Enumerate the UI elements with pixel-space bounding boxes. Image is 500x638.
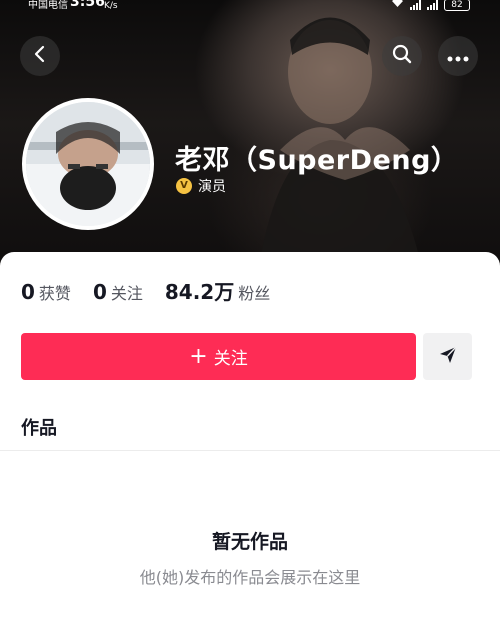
likes-label: 获赞 xyxy=(38,284,71,303)
verified-badge-icon: V xyxy=(176,178,192,194)
battery-icon: 82 xyxy=(444,0,470,11)
carrier-name: 中国电信 xyxy=(28,0,68,11)
likes-count: 0 xyxy=(21,280,35,304)
plus-icon: + xyxy=(189,343,208,369)
tab-works[interactable]: 作品 xyxy=(21,414,57,440)
stat-likes[interactable]: 0 获赞 xyxy=(21,280,71,304)
signal-icon xyxy=(410,0,421,10)
share-button[interactable] xyxy=(423,333,472,380)
follow-button-label: 关注 xyxy=(213,349,248,369)
more-horizontal-icon xyxy=(447,47,469,66)
verification-label: 演员 xyxy=(198,179,226,195)
stat-following[interactable]: 0 关注 xyxy=(93,280,143,304)
search-icon xyxy=(392,44,412,68)
status-bar: 中国电信 3:56 K/s 82 xyxy=(0,0,500,14)
signal-icon-2 xyxy=(427,0,438,10)
empty-state-title: 暂无作品 xyxy=(211,531,288,553)
following-count: 0 xyxy=(92,280,107,304)
avatar-image xyxy=(26,102,150,226)
chevron-left-icon xyxy=(31,45,49,67)
back-button[interactable] xyxy=(20,36,60,76)
following-label: 关注 xyxy=(110,284,143,303)
status-time: 3:56 xyxy=(70,0,105,10)
follow-button[interactable]: + 关注 xyxy=(21,333,416,380)
avatar[interactable] xyxy=(22,98,154,230)
followers-label: 粉丝 xyxy=(238,284,271,303)
search-button[interactable] xyxy=(382,36,422,76)
stat-followers[interactable]: 84.2万 粉丝 xyxy=(165,276,270,305)
profile-name: 老邓（SuperDeng） xyxy=(175,145,459,176)
empty-state-subtitle: 他(她)发布的作品会展示在这里 xyxy=(139,568,361,587)
status-icons: 82 xyxy=(391,0,470,12)
more-button[interactable] xyxy=(438,36,478,76)
wifi-icon xyxy=(391,0,404,12)
profile-stats: 0 获赞 0 关注 84.2万 粉丝 xyxy=(21,276,292,305)
cover-photo-figure xyxy=(260,17,420,260)
send-icon xyxy=(438,345,458,369)
network-speed: K/s xyxy=(104,1,118,11)
tab-divider xyxy=(0,450,500,451)
verification-row: V 演员 xyxy=(176,176,226,196)
followers-count: 84.2万 xyxy=(164,280,235,304)
